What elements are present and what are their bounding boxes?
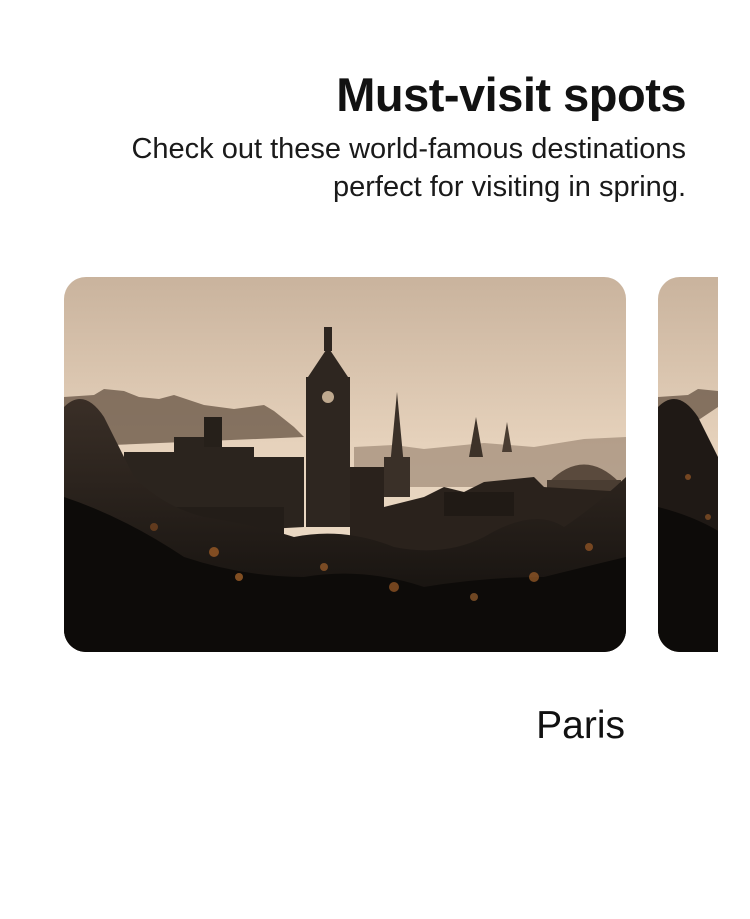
- city-skyline-photo: [658, 277, 718, 652]
- city-skyline-photo: [64, 277, 626, 652]
- destination-card-image[interactable]: [64, 277, 626, 652]
- destination-name: Paris: [536, 704, 625, 747]
- section-title: Must-visit spots: [336, 68, 686, 121]
- destination-card-image-next[interactable]: [658, 277, 718, 652]
- destination-carousel[interactable]: [0, 277, 718, 652]
- section-header: Must-visit spots Check out these world-f…: [86, 68, 686, 206]
- section-subtitle: Check out these world-famous destination…: [131, 133, 686, 203]
